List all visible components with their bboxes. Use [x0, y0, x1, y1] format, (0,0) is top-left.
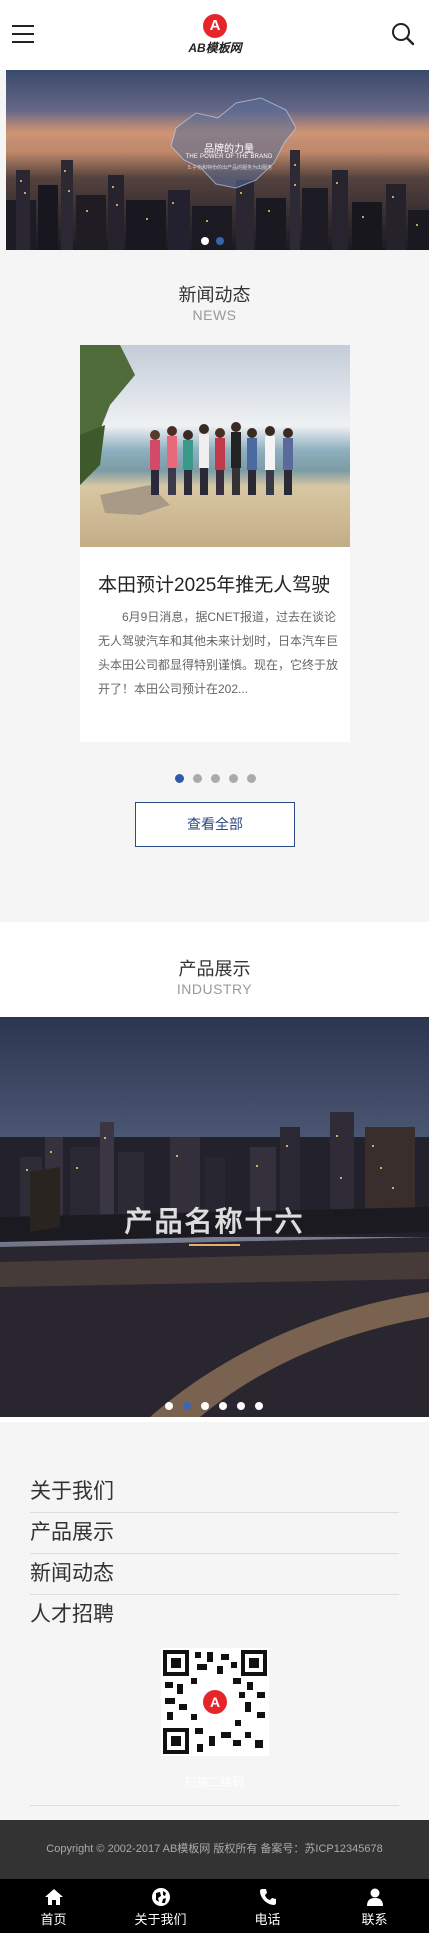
globe-icon: [151, 1888, 170, 1906]
footer-divider: [30, 1805, 399, 1806]
banner-dot-2[interactable]: [216, 237, 224, 245]
banner-dot-1[interactable]: [201, 237, 209, 245]
product-dot-1[interactable]: [165, 1402, 173, 1410]
product-dot-2[interactable]: [183, 1402, 191, 1410]
news-dot-1[interactable]: [175, 774, 184, 783]
news-section-subtitle: NEWS: [192, 307, 237, 323]
logo-text: AB模板网: [188, 41, 242, 55]
product-dot-5[interactable]: [237, 1402, 245, 1410]
tab-home-label: 首页: [40, 1912, 67, 1927]
banner-subtitle: THE POWER OF THE BRAND: [185, 154, 273, 160]
product-dot-4[interactable]: [219, 1402, 227, 1410]
footer-link-products[interactable]: 产品展示: [30, 1513, 399, 1554]
banner-title: 品牌的力量: [204, 144, 254, 155]
products-section-subtitle: INDUSTRY: [176, 981, 253, 997]
copyright: Copyright © 2002-2017 AB模板网 版权所有 备案号：苏IC…: [0, 1820, 429, 1879]
header: A AB模板网: [0, 0, 429, 70]
product-slide[interactable]: 产品名称十六: [0, 1017, 429, 1417]
product-underline: [189, 1244, 240, 1246]
tab-about-label: 关于我们: [134, 1912, 187, 1927]
qr-logo-letter: A: [210, 1694, 220, 1710]
search-icon[interactable]: [391, 22, 415, 46]
news-card[interactable]: 本田预计2025年推无人驾驶 6月9日消息，据CNET报道，过去在谈论无人驾驶汽…: [80, 345, 350, 742]
news-dot-4[interactable]: [229, 774, 238, 783]
footer-link-news[interactable]: 新闻动态: [30, 1554, 399, 1595]
home-icon: [44, 1889, 63, 1905]
news-article-title[interactable]: 本田预计2025年推无人驾驶: [98, 570, 338, 597]
footer-nav: 关于我们 产品展示 新闻动态 人才招聘: [30, 1472, 399, 1636]
banner-pager: [201, 232, 231, 245]
banner-caption: 5.子份和特份的出产品的服务为出服务: [187, 165, 273, 171]
product-dot-6[interactable]: [255, 1402, 263, 1410]
tab-phone[interactable]: 电话: [214, 1879, 321, 1933]
hamburger-menu-icon[interactable]: [12, 25, 34, 43]
tab-about[interactable]: 关于我们: [107, 1879, 214, 1933]
news-section-title: 新闻动态: [178, 285, 251, 305]
news-article-summary: 6月9日消息，据CNET报道，过去在谈论无人驾驶汽车和其他未来计划时，日本汽车巨…: [98, 610, 339, 696]
news-photo: [80, 345, 350, 547]
news-dot-2[interactable]: [193, 774, 202, 783]
logo-mark: A: [203, 14, 227, 38]
group-photo-illustration: [80, 345, 350, 547]
news-pager: [175, 770, 265, 783]
hero-banner[interactable]: 品牌的力量 THE POWER OF THE BRAND 5.子份和特份的出产品…: [6, 70, 429, 250]
product-pager: [165, 1397, 273, 1410]
products-section-title: 产品展示: [178, 959, 251, 979]
tab-contact-label: 联系: [361, 1912, 388, 1927]
user-icon: [366, 1888, 383, 1906]
phone-icon: [259, 1889, 276, 1905]
bottom-tab-bar: 首页 关于我们 电话 联系: [0, 1879, 429, 1933]
news-dot-5[interactable]: [247, 774, 256, 783]
footer-link-about[interactable]: 关于我们: [30, 1472, 399, 1513]
news-dot-3[interactable]: [211, 774, 220, 783]
footer-link-jobs[interactable]: 人才招聘: [30, 1595, 399, 1636]
view-all-button[interactable]: 查看全部: [135, 802, 295, 847]
product-name: 产品名称十六: [124, 1206, 305, 1237]
logo[interactable]: A AB模板网: [180, 14, 250, 58]
qr-caption: 扫描二维码: [184, 1775, 245, 1789]
qr-code: A: [161, 1648, 269, 1756]
product-dot-3[interactable]: [201, 1402, 209, 1410]
tab-home[interactable]: 首页: [0, 1879, 107, 1933]
tab-contact[interactable]: 联系: [321, 1879, 428, 1933]
tab-phone-label: 电话: [254, 1912, 281, 1927]
